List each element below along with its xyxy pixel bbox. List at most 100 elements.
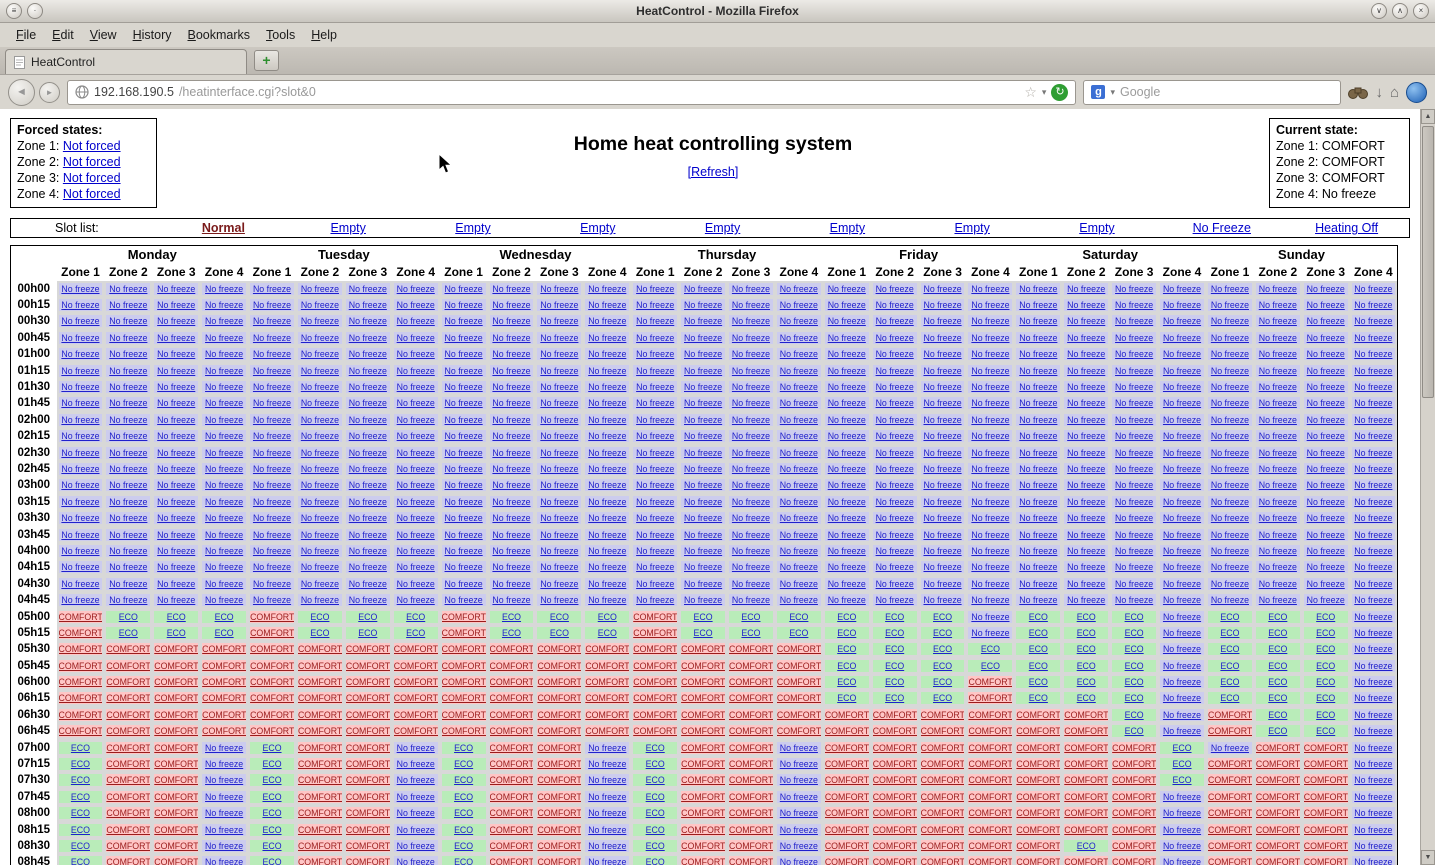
schedule-cell-link[interactable]: No freeze	[1208, 512, 1252, 524]
schedule-cell-link[interactable]: No freeze	[729, 397, 773, 409]
schedule-cell-link[interactable]: No freeze	[1256, 496, 1300, 508]
schedule-cell-link[interactable]: No freeze	[585, 561, 629, 573]
schedule-cell-link[interactable]: No freeze	[394, 315, 438, 327]
schedule-cell-link[interactable]: No freeze	[1304, 496, 1348, 508]
schedule-cell-link[interactable]: No freeze	[968, 479, 1012, 491]
schedule-cell-link[interactable]: No freeze	[1208, 496, 1252, 508]
schedule-cell-link[interactable]: No freeze	[1208, 479, 1252, 491]
schedule-cell-link[interactable]: No freeze	[202, 299, 246, 311]
schedule-cell-link[interactable]: No freeze	[1352, 758, 1395, 770]
schedule-cell-link[interactable]: No freeze	[1256, 348, 1300, 360]
schedule-cell-link[interactable]: No freeze	[1208, 447, 1252, 459]
schedule-cell-link[interactable]: COMFORT	[59, 692, 103, 704]
schedule-cell-link[interactable]: No freeze	[59, 578, 103, 590]
schedule-cell-link[interactable]: No freeze	[825, 561, 869, 573]
schedule-cell-link[interactable]: No freeze	[346, 283, 390, 295]
schedule-cell-link[interactable]: No freeze	[106, 545, 150, 557]
schedule-cell-link[interactable]: No freeze	[1064, 545, 1108, 557]
schedule-cell-link[interactable]: No freeze	[298, 479, 342, 491]
schedule-cell-link[interactable]: No freeze	[873, 332, 917, 344]
schedule-cell-link[interactable]: ECO	[106, 627, 150, 639]
schedule-cell-link[interactable]: No freeze	[1304, 348, 1348, 360]
schedule-cell-link[interactable]: ECO	[1304, 627, 1348, 639]
schedule-cell-link[interactable]: No freeze	[59, 315, 103, 327]
schedule-cell-link[interactable]: COMFORT	[298, 692, 342, 704]
schedule-cell-link[interactable]: No freeze	[921, 381, 965, 393]
schedule-cell-link[interactable]: COMFORT	[154, 660, 198, 672]
schedule-cell-link[interactable]: No freeze	[394, 479, 438, 491]
schedule-cell-link[interactable]: No freeze	[1160, 479, 1204, 491]
schedule-cell-link[interactable]: No freeze	[346, 512, 390, 524]
schedule-cell-link[interactable]: No freeze	[729, 447, 773, 459]
schedule-cell-link[interactable]: No freeze	[1160, 725, 1204, 737]
schedule-cell-link[interactable]: COMFORT	[59, 676, 103, 688]
schedule-cell-link[interactable]: No freeze	[1160, 381, 1204, 393]
schedule-cell-link[interactable]: No freeze	[633, 578, 677, 590]
schedule-cell-link[interactable]: COMFORT	[1064, 791, 1108, 803]
schedule-cell-link[interactable]: COMFORT	[1256, 824, 1300, 836]
schedule-cell-link[interactable]: No freeze	[346, 447, 390, 459]
schedule-cell-link[interactable]: No freeze	[1352, 692, 1395, 704]
schedule-cell-link[interactable]: No freeze	[777, 414, 821, 426]
schedule-cell-link[interactable]: No freeze	[1160, 414, 1204, 426]
schedule-cell-link[interactable]: No freeze	[825, 545, 869, 557]
schedule-cell-link[interactable]: No freeze	[921, 578, 965, 590]
schedule-cell-link[interactable]: No freeze	[1064, 512, 1108, 524]
schedule-cell-link[interactable]: No freeze	[921, 447, 965, 459]
schedule-cell-link[interactable]: No freeze	[681, 397, 725, 409]
schedule-cell-link[interactable]: No freeze	[250, 430, 294, 442]
schedule-cell-link[interactable]: No freeze	[777, 529, 821, 541]
schedule-cell-link[interactable]: No freeze	[1352, 643, 1395, 655]
schedule-cell-link[interactable]: COMFORT	[106, 742, 150, 754]
schedule-cell-link[interactable]: COMFORT	[59, 611, 103, 623]
schedule-cell-link[interactable]: No freeze	[106, 365, 150, 377]
schedule-cell-link[interactable]: COMFORT	[585, 709, 629, 721]
schedule-cell-link[interactable]: ECO	[59, 840, 103, 852]
schedule-cell-link[interactable]: No freeze	[442, 447, 486, 459]
schedule-cell-link[interactable]: COMFORT	[1016, 840, 1060, 852]
schedule-cell-link[interactable]: COMFORT	[1064, 856, 1108, 865]
schedule-cell-link[interactable]: No freeze	[1016, 397, 1060, 409]
schedule-cell-link[interactable]: ECO	[59, 758, 103, 770]
schedule-cell-link[interactable]: No freeze	[1352, 315, 1395, 327]
schedule-cell-link[interactable]: No freeze	[346, 594, 390, 606]
schedule-cell-link[interactable]: COMFORT	[202, 725, 246, 737]
schedule-cell-link[interactable]: No freeze	[490, 365, 534, 377]
schedule-cell-link[interactable]: No freeze	[1160, 627, 1204, 639]
schedule-cell-link[interactable]: No freeze	[154, 447, 198, 459]
schedule-cell-link[interactable]: No freeze	[394, 397, 438, 409]
schedule-cell-link[interactable]: No freeze	[106, 348, 150, 360]
schedule-cell-link[interactable]: No freeze	[585, 545, 629, 557]
schedule-cell-link[interactable]: COMFORT	[1064, 709, 1108, 721]
schedule-cell-link[interactable]: No freeze	[154, 496, 198, 508]
schedule-cell-link[interactable]: No freeze	[106, 529, 150, 541]
schedule-cell-link[interactable]: No freeze	[298, 348, 342, 360]
schedule-cell-link[interactable]: No freeze	[968, 414, 1012, 426]
schedule-cell-link[interactable]: COMFORT	[921, 709, 965, 721]
schedule-cell-link[interactable]: COMFORT	[681, 840, 725, 852]
schedule-cell-link[interactable]: COMFORT	[1016, 742, 1060, 754]
schedule-cell-link[interactable]: No freeze	[442, 594, 486, 606]
schedule-cell-link[interactable]: ECO	[1016, 660, 1060, 672]
schedule-cell-link[interactable]: No freeze	[106, 299, 150, 311]
schedule-cell-link[interactable]: No freeze	[537, 561, 581, 573]
schedule-cell-link[interactable]: No freeze	[873, 397, 917, 409]
schedule-cell-link[interactable]: No freeze	[202, 774, 246, 786]
schedule-cell-link[interactable]: No freeze	[1352, 840, 1395, 852]
schedule-cell-link[interactable]: COMFORT	[968, 791, 1012, 803]
schedule-cell-link[interactable]: COMFORT	[442, 692, 486, 704]
schedule-cell-link[interactable]: No freeze	[1160, 332, 1204, 344]
schedule-cell-link[interactable]: No freeze	[154, 529, 198, 541]
schedule-cell-link[interactable]: No freeze	[1352, 611, 1395, 623]
schedule-cell-link[interactable]: No freeze	[1016, 315, 1060, 327]
reload-icon[interactable]: ↻	[1051, 84, 1068, 101]
schedule-cell-link[interactable]: No freeze	[968, 578, 1012, 590]
schedule-cell-link[interactable]: COMFORT	[729, 692, 773, 704]
schedule-cell-link[interactable]: No freeze	[729, 479, 773, 491]
menu-view[interactable]: View	[82, 26, 125, 44]
schedule-cell-link[interactable]: No freeze	[490, 332, 534, 344]
schedule-cell-link[interactable]: No freeze	[298, 463, 342, 475]
schedule-cell-link[interactable]: No freeze	[394, 332, 438, 344]
schedule-cell-link[interactable]: No freeze	[1256, 479, 1300, 491]
schedule-cell-link[interactable]: No freeze	[202, 856, 246, 865]
